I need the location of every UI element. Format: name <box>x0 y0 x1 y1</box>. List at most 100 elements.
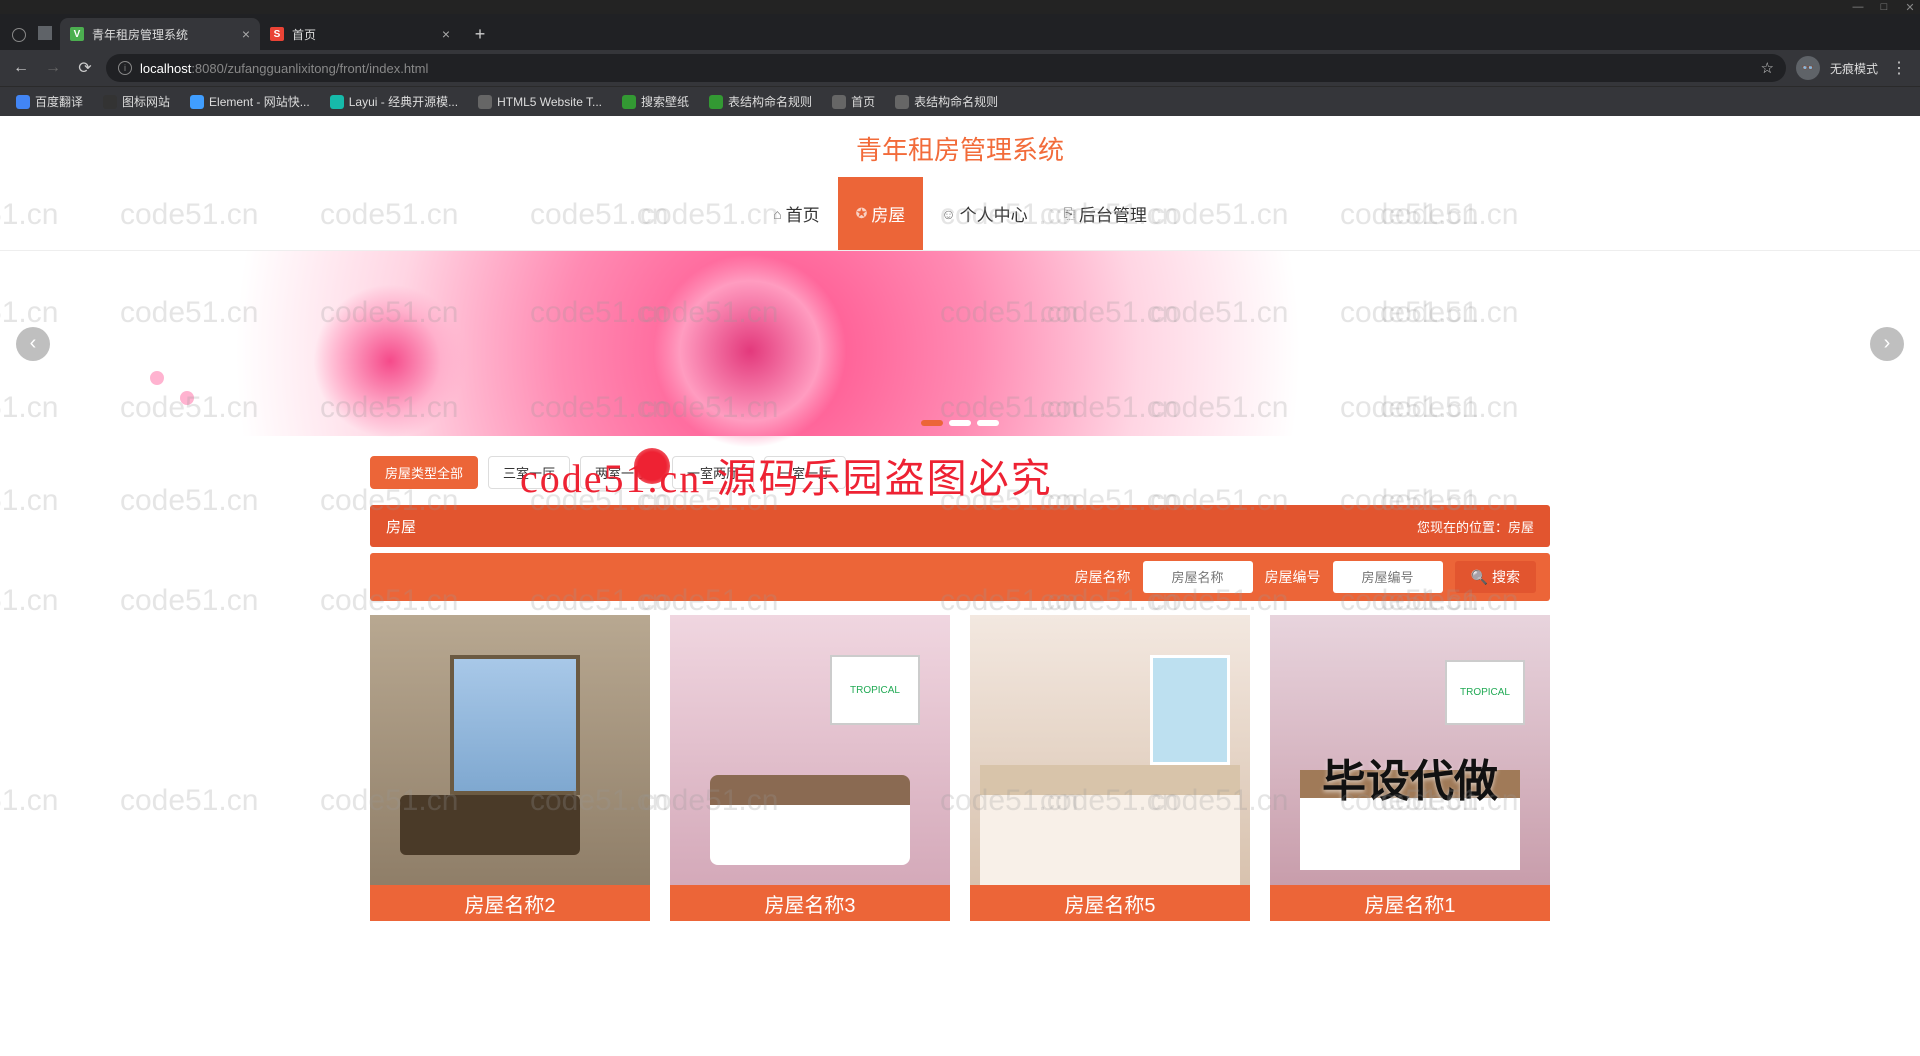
bookmark-item[interactable]: HTML5 Website T... <box>470 92 610 112</box>
listing-overlay-text: 毕设代做 <box>1270 745 1550 809</box>
listing-title: 房屋名称3 <box>670 885 950 921</box>
menu-icon[interactable]: ⋮ <box>1888 58 1910 78</box>
incognito-icon[interactable]: 👓 <box>1796 56 1820 80</box>
bookmark-icon <box>895 95 909 109</box>
listing-card[interactable]: TROPICAL毕设代做房屋名称1 <box>1270 615 1550 921</box>
site-title: 青年租房管理系统 <box>0 116 1920 177</box>
listing-card[interactable]: 房屋名称2 <box>370 615 650 921</box>
carousel-dot[interactable] <box>977 420 999 426</box>
bookmark-icon <box>709 95 723 109</box>
os-titlebar: — □ ✕ <box>0 0 1920 14</box>
listing-image: TROPICAL毕设代做 <box>1270 615 1550 885</box>
cursor-highlight <box>634 448 670 484</box>
nav-item[interactable]: ⎘后台管理 <box>1046 177 1165 250</box>
nav-label: 后台管理 <box>1079 201 1147 226</box>
search-tabs-icon[interactable] <box>12 28 26 42</box>
page-content: code51.cncode51.cncode51.cncode51.cncode… <box>0 116 1920 1056</box>
nav-icon: ✪ <box>856 205 868 222</box>
browser-tab-active[interactable]: V 青年租房管理系统 × <box>60 18 260 50</box>
tab-close-icon[interactable]: × <box>242 26 250 42</box>
nav-icon: ☺ <box>941 206 955 222</box>
watermark-big: code51.cn-源码乐园盗图必究 <box>520 446 1053 504</box>
search-code-input[interactable] <box>1333 561 1443 593</box>
nav-item[interactable]: ☺ 个人中心 <box>923 177 1045 250</box>
back-button[interactable]: ← <box>10 59 32 77</box>
breadcrumb: 房屋 您现在的位置：房屋 <box>370 505 1550 547</box>
bookmark-item[interactable]: 表结构命名规则 <box>701 90 820 113</box>
search-name-label: 房屋名称 <box>1075 567 1131 587</box>
bookmark-icon <box>330 95 344 109</box>
close-icon[interactable]: ✕ <box>1904 1 1916 13</box>
nav-item[interactable]: ⌂ 首页 <box>755 177 837 250</box>
bookmark-item[interactable]: Layui - 经典开源模... <box>322 90 466 113</box>
bookmark-label: 百度翻译 <box>35 93 83 110</box>
bookmark-item[interactable]: 首页 <box>824 90 883 113</box>
tab-close-icon[interactable]: × <box>442 26 450 42</box>
listing-title: 房屋名称5 <box>970 885 1250 921</box>
bookmark-label: 表结构命名规则 <box>728 93 812 110</box>
profile-label: 无痕模式 <box>1830 60 1878 77</box>
search-name-input[interactable] <box>1143 561 1253 593</box>
nav-label: 个人中心 <box>960 201 1028 226</box>
url-host: localhost <box>140 61 191 76</box>
hero-banner: ‹ › <box>0 251 1920 436</box>
carousel-next-button[interactable]: › <box>1870 327 1904 361</box>
url-input[interactable]: i localhost:8080/zufangguanlixitong/fron… <box>106 54 1786 82</box>
site-info-icon[interactable]: i <box>118 61 132 75</box>
listing-title: 房屋名称1 <box>1270 885 1550 921</box>
main-nav: ⌂ 首页 ✪房屋 ☺ 个人中心 ⎘后台管理 <box>0 177 1920 251</box>
bookmark-item[interactable]: 搜索壁纸 <box>614 90 697 113</box>
tab-title: 首页 <box>292 26 316 43</box>
bookmark-star-icon[interactable]: ☆ <box>1761 59 1774 77</box>
breadcrumb-location: 您现在的位置：房屋 <box>1417 517 1534 536</box>
carousel-dot[interactable] <box>921 420 943 426</box>
carousel-dot[interactable] <box>949 420 971 426</box>
address-bar: ← → ⟳ i localhost:8080/zufangguanlixiton… <box>0 50 1920 86</box>
listing-card[interactable]: TROPICAL房屋名称3 <box>670 615 950 921</box>
bookmark-label: Layui - 经典开源模... <box>349 93 458 110</box>
forward-button[interactable]: → <box>42 59 64 77</box>
listing-title: 房屋名称2 <box>370 885 650 921</box>
bookmark-item[interactable]: 表结构命名规则 <box>887 90 1006 113</box>
apps-icon[interactable] <box>38 26 52 40</box>
bookmark-label: 图标网站 <box>122 93 170 110</box>
carousel-prev-button[interactable]: ‹ <box>16 327 50 361</box>
carousel-dots <box>921 420 999 426</box>
bookmark-label: Element - 网站快... <box>209 93 310 110</box>
bookmark-label: 首页 <box>851 93 875 110</box>
bookmark-icon <box>478 95 492 109</box>
main-content: 房屋类型全部三室一厅两室一厅一室两厅一室一厅 房屋 您现在的位置：房屋 房屋名称… <box>370 436 1550 921</box>
nav-label: 房屋 <box>871 201 905 226</box>
bookmark-icon <box>622 95 636 109</box>
bookmark-icon <box>832 95 846 109</box>
bookmark-icon <box>16 95 30 109</box>
search-button[interactable]: 🔍搜索 <box>1455 561 1536 593</box>
minimize-icon[interactable]: — <box>1852 1 1864 13</box>
listing-grid: 房屋名称2TROPICAL房屋名称3房屋名称5TROPICAL毕设代做房屋名称1 <box>370 615 1550 921</box>
bookmark-label: 搜索壁纸 <box>641 93 689 110</box>
listing-image: TROPICAL <box>670 615 950 885</box>
maximize-icon[interactable]: □ <box>1878 1 1890 13</box>
listing-card[interactable]: 房屋名称5 <box>970 615 1250 921</box>
url-port: :8080 <box>191 61 224 76</box>
listing-image <box>370 615 650 885</box>
search-icon: 🔍 <box>1471 569 1488 586</box>
browser-tab-strip: V 青年租房管理系统 × S 首页 × + <box>0 14 1920 50</box>
filter-button[interactable]: 房屋类型全部 <box>370 456 478 489</box>
nav-label: 首页 <box>786 201 820 226</box>
browser-tab[interactable]: S 首页 × <box>260 18 460 50</box>
bookmark-label: HTML5 Website T... <box>497 95 602 109</box>
listing-image <box>970 615 1250 885</box>
bookmark-item[interactable]: Element - 网站快... <box>182 90 318 113</box>
bookmark-icon <box>103 95 117 109</box>
bookmarks-bar: 百度翻译 图标网站 Element - 网站快... Layui - 经典开源模...… <box>0 86 1920 116</box>
reload-button[interactable]: ⟳ <box>74 58 96 78</box>
bookmark-item[interactable]: 百度翻译 <box>8 90 91 113</box>
search-code-label: 房屋编号 <box>1265 567 1321 587</box>
search-bar: 房屋名称 房屋编号 🔍搜索 <box>370 553 1550 601</box>
nav-item[interactable]: ✪房屋 <box>838 177 924 250</box>
tab-favicon: V <box>70 27 84 41</box>
new-tab-button[interactable]: + <box>466 20 494 48</box>
bookmark-item[interactable]: 图标网站 <box>95 90 178 113</box>
nav-icon: ⌂ <box>773 206 781 222</box>
